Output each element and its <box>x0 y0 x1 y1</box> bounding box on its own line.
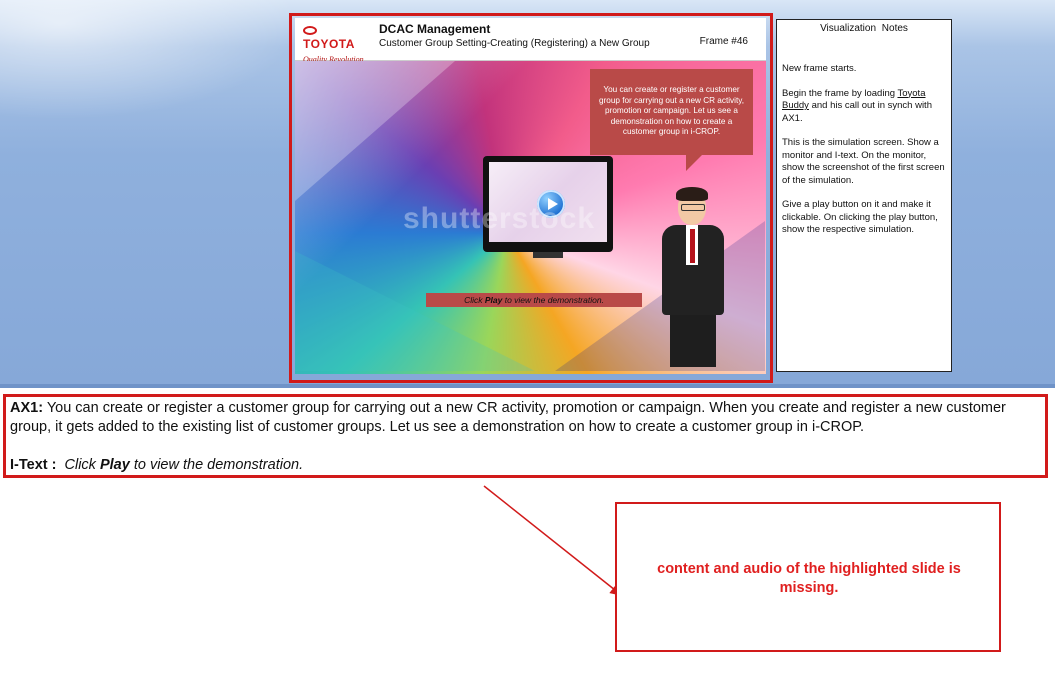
notes-paragraph: This is the simulation screen. Show a mo… <box>782 137 945 186</box>
notes-paragraph: New frame starts. <box>782 63 857 74</box>
ax1-label: AX1: <box>10 400 44 416</box>
itext-line: I-Text : Click Play to view the demonstr… <box>10 457 304 473</box>
ax1-line: AX1: You can create or register a custom… <box>10 399 1041 437</box>
audio-script-box: AX1: You can create or register a custom… <box>3 394 1048 478</box>
itext-label: I-Text : <box>10 457 57 473</box>
background-sheen <box>0 0 300 120</box>
notes-paragraph: Begin the frame by loading Toyota Buddy … <box>782 87 932 124</box>
visualization-notes: Visualization Notes New frame starts. Be… <box>776 19 952 372</box>
slide-highlight-frame <box>289 13 773 383</box>
review-comment-text: content and audio of the highlighted sli… <box>657 561 961 596</box>
review-comment-box: content and audio of the highlighted sli… <box>615 502 1001 652</box>
notes-paragraph: Give a play button on it and make it cli… <box>782 199 938 235</box>
ax1-text: You can create or register a customer gr… <box>10 400 1006 435</box>
notes-title: Visualization Notes <box>820 23 908 34</box>
